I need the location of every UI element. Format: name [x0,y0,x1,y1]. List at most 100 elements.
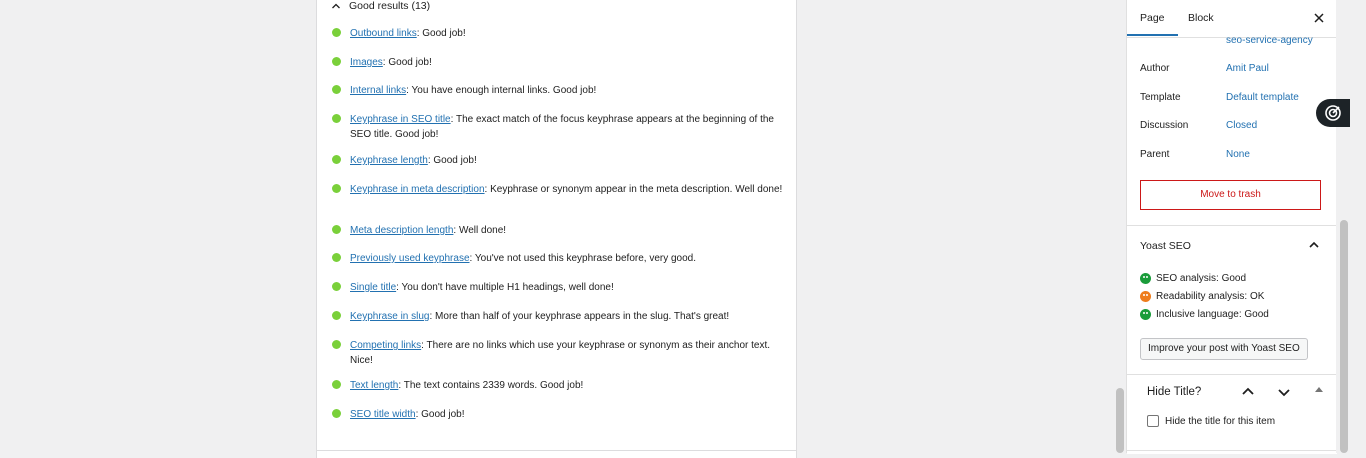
result-link[interactable]: Keyphrase length [350,155,428,166]
result-item: Keyphrase length: Good job! [331,153,477,168]
result-item: Meta description length: Well done! [331,223,506,238]
tab-page[interactable]: Page [1127,0,1178,36]
assistant-launcher-button[interactable] [1316,99,1350,127]
result-text: : The text contains 2339 words. Good job… [398,380,584,391]
result-link[interactable]: Meta description length [350,225,453,236]
result-item: Keyphrase in slug: More than half of you… [331,309,729,324]
good-bullet-icon [332,114,341,123]
result-text: : Keyphrase or synonym appear in the met… [484,184,783,195]
settings-sidebar: Page Block seo-service-agency Author Ami… [1126,0,1337,454]
move-up-icon[interactable] [1241,385,1255,399]
result-text: : More than half of your keyphrase appea… [429,311,730,322]
seo-analysis-panel: Good results (13) Outbound links: Good j… [316,0,797,458]
readability-label: Readability analysis: [1156,291,1248,302]
result-link[interactable]: Keyphrase in SEO title [350,114,451,125]
hide-title-heading: Hide Title? [1147,386,1202,398]
parent-label: Parent [1140,149,1170,160]
chevron-up-icon [332,3,340,9]
result-text: : Well done! [453,225,507,236]
result-text: : Good job! [382,57,432,68]
result-item: SEO title width: Good job! [331,407,465,422]
result-link[interactable]: Images [350,57,383,68]
section-divider [1127,225,1337,226]
smiley-ok-icon [1140,291,1151,302]
template-value-link[interactable]: Default template [1226,92,1299,103]
good-bullet-icon [332,155,341,164]
result-text: : Good job! [427,155,477,166]
good-results-toggle[interactable]: Good results (13) [331,0,430,14]
result-item: Text length: The text contains 2339 word… [331,378,583,393]
parent-value-link[interactable]: None [1226,149,1250,160]
good-bullet-icon [332,184,341,193]
good-bullet-icon [332,409,341,418]
result-link[interactable]: Keyphrase in slug [350,311,430,322]
result-text: : Good job! [416,28,466,39]
result-item: Keyphrase in meta description: Keyphrase… [331,182,790,197]
move-down-icon[interactable] [1277,385,1291,399]
chevron-up-icon[interactable] [1307,238,1321,252]
result-link[interactable]: Previously used keyphrase [350,253,470,264]
move-to-trash-button[interactable]: Move to trash [1140,180,1321,210]
readability-value: OK [1249,291,1265,302]
good-bullet-icon [332,225,341,234]
inclusive-language-status: Inclusive language: Good [1140,309,1269,320]
panel-divider [316,450,796,451]
result-item: Outbound links: Good job! [331,26,466,41]
result-text: : You've not used this keyphrase before,… [469,253,697,264]
good-bullet-icon [332,380,341,389]
result-item: Previously used keyphrase: You've not us… [331,251,696,266]
inclusive-language-value: Good [1244,309,1269,320]
author-value-link[interactable]: Amit Paul [1226,63,1269,74]
result-text: : You don't have multiple H1 headings, w… [396,282,614,293]
hide-title-panel: Hide Title? Hide the title for this item [1127,374,1337,454]
result-link[interactable]: Keyphrase in meta description [350,184,485,195]
smiley-good-icon [1140,273,1151,284]
good-bullet-icon [332,311,341,320]
result-link[interactable]: Single title [350,282,396,293]
result-text: : You have enough internal links. Good j… [406,85,597,96]
hide-title-checkbox-label: Hide the title for this item [1165,415,1276,427]
result-link[interactable]: SEO title width [350,409,416,420]
slug-value-link[interactable]: seo-service-agency [1226,35,1313,46]
discussion-label: Discussion [1140,120,1189,131]
close-icon[interactable] [1313,12,1325,24]
discussion-value-link[interactable]: Closed [1226,120,1257,131]
good-bullet-icon [332,282,341,291]
result-link[interactable]: Text length [350,380,398,391]
collapse-triangle-icon[interactable] [1315,387,1323,392]
good-results-header: Good results (13) [349,0,431,12]
sidebar-tabs: Page Block [1127,0,1337,38]
good-bullet-icon [332,340,341,349]
yoast-panel-title: Yoast SEO [1140,240,1191,252]
seo-analysis-status: SEO analysis: Good [1140,273,1246,284]
hide-title-option: Hide the title for this item [1147,415,1275,427]
author-label: Author [1140,63,1170,74]
result-link[interactable]: Outbound links [350,28,417,39]
editor-scrollbar-track[interactable] [1116,0,1126,453]
good-bullet-icon [332,57,341,66]
tab-block[interactable]: Block [1188,0,1214,36]
good-bullet-icon [332,28,341,37]
result-link[interactable]: Internal links [350,85,406,96]
template-label: Template [1140,92,1181,103]
seo-analysis-label: SEO analysis: [1156,273,1219,284]
target-icon [1325,105,1341,121]
editor-scrollbar-thumb[interactable] [1116,388,1124,453]
result-item: Keyphrase in SEO title: The exact match … [331,112,790,142]
good-bullet-icon [332,253,341,262]
result-item: Images: Good job! [331,55,432,70]
result-text: : Good job! [415,409,465,420]
result-item: Internal links: You have enough internal… [331,83,596,98]
result-item: Competing links: There are no links whic… [331,338,780,368]
improve-with-yoast-button[interactable]: Improve your post with Yoast SEO [1140,338,1308,360]
result-item: Single title: You don't have multiple H1… [331,280,614,295]
inclusive-language-label: Inclusive language: [1156,309,1242,320]
smiley-good-icon [1140,309,1151,320]
sidebar-scrollbar-thumb[interactable] [1340,220,1348,453]
good-bullet-icon [332,85,341,94]
section-divider [1127,450,1337,451]
readability-status: Readability analysis: OK [1140,291,1264,302]
hide-title-checkbox[interactable] [1147,415,1159,427]
seo-analysis-value: Good [1221,273,1247,284]
result-link[interactable]: Competing links [350,340,421,351]
